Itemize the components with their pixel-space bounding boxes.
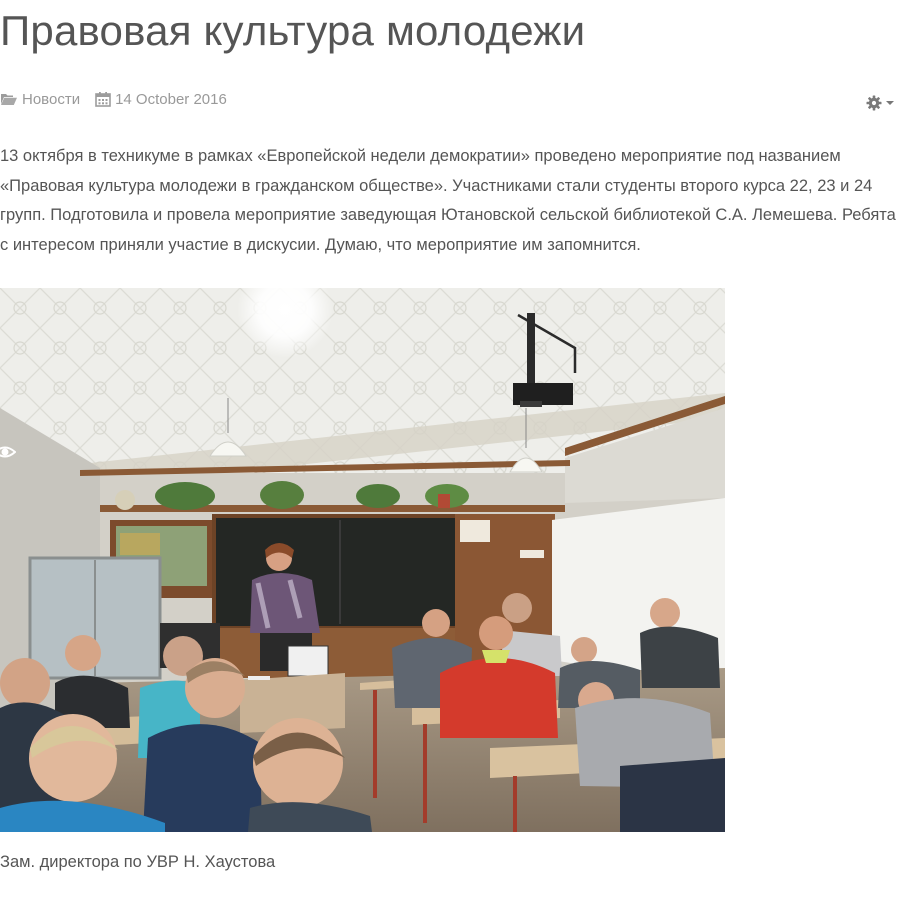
article-body: 13 октября в техникуме в рамках «Европей…	[0, 147, 896, 254]
published-date: 14 October 2016	[95, 91, 227, 108]
caret-down-icon	[886, 101, 894, 105]
article-photo	[0, 288, 725, 832]
gear-icon	[866, 95, 882, 111]
folder-open-icon	[1, 94, 17, 105]
category-link[interactable]: Новости	[0, 91, 80, 108]
calendar-icon	[95, 92, 111, 107]
category-label: Новости	[22, 90, 81, 108]
eye-icon[interactable]	[0, 441, 16, 463]
date-label: 14 October 2016	[115, 90, 227, 108]
photo-caption: Зам. директора по УВР Н. Хаустова	[0, 853, 276, 871]
classroom-photo	[0, 288, 725, 832]
article-tools-button[interactable]	[866, 95, 894, 111]
article: Правовая культура молодежи Новости 14 Oc…	[0, 0, 899, 906]
page-title: Правовая культура молодежи	[0, 7, 586, 54]
article-meta: Новости 14 October 2016	[0, 89, 242, 109]
